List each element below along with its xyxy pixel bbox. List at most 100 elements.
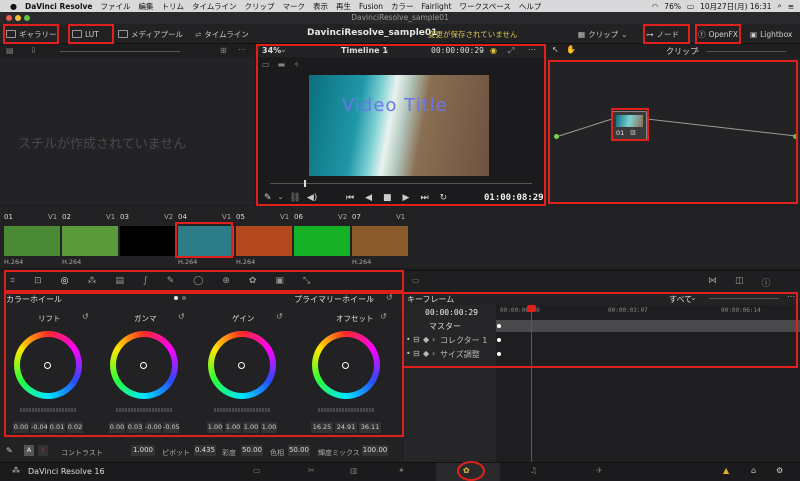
settings-gear-icon[interactable]: ⚙ bbox=[776, 466, 783, 475]
reset-wheel-icon[interactable]: ↺ bbox=[178, 312, 185, 321]
page-fusion-icon[interactable]: ✦ bbox=[398, 466, 405, 475]
timeline-button[interactable]: ⇌ タイムライン bbox=[195, 27, 249, 41]
wheel-value-field[interactable]: 1.00 bbox=[243, 422, 259, 433]
reset-wheel-icon[interactable]: ↺ bbox=[380, 312, 387, 321]
highlight-icon[interactable]: ✧ bbox=[293, 60, 300, 70]
page-cut-icon[interactable]: ✂ bbox=[308, 466, 315, 475]
page-edit-icon[interactable]: ▥ bbox=[350, 466, 358, 475]
master-wheel-slider[interactable] bbox=[214, 408, 270, 412]
record-dot-icon[interactable]: • bbox=[406, 349, 411, 358]
keyframe-track-master[interactable]: マスター bbox=[429, 321, 461, 332]
menu-item-timeline[interactable]: タイムライン bbox=[192, 1, 236, 12]
menu-item-help[interactable]: ヘルプ bbox=[519, 1, 542, 12]
keyframe-row-corrector[interactable]: • ⊟ ◆ › コレクター 1 bbox=[403, 335, 496, 347]
hue-field[interactable]: 50.00 bbox=[288, 445, 310, 456]
viewer-scrubber[interactable] bbox=[270, 180, 532, 187]
keyframe-playhead-head[interactable] bbox=[527, 305, 536, 312]
lock-icon[interactable]: ⊟ bbox=[413, 335, 420, 344]
playhead-marker[interactable] bbox=[304, 180, 306, 187]
clip-thumbnail[interactable] bbox=[294, 226, 350, 256]
sizing-icon[interactable]: ⤡ bbox=[303, 276, 310, 286]
keyframes-icon[interactable]: ⋈ bbox=[708, 276, 717, 289]
split-screen-icon[interactable]: ▭ bbox=[262, 60, 270, 70]
lock-icon[interactable]: ⊟ bbox=[413, 349, 420, 358]
chevron-down-icon[interactable]: ⌄ bbox=[478, 45, 485, 54]
clip-thumbnail[interactable] bbox=[178, 226, 234, 256]
wheel-value-field[interactable]: 0.00 bbox=[13, 422, 29, 433]
wheel-center-handle[interactable] bbox=[140, 362, 147, 369]
wifi-icon[interactable]: ◠ bbox=[652, 2, 659, 11]
stills-grid-icon[interactable]: ▤ bbox=[6, 46, 14, 55]
chevron-down-icon[interactable]: ⌄ bbox=[690, 293, 697, 302]
wheel-value-field[interactable]: -0.05 bbox=[163, 422, 180, 433]
master-wheel-slider[interactable] bbox=[116, 408, 172, 412]
reverse-play-icon[interactable]: ◀ bbox=[365, 193, 372, 203]
wheel-value-field[interactable]: 1.00 bbox=[225, 422, 241, 433]
wheel-value-field[interactable]: 0.00 bbox=[109, 422, 125, 433]
gallery-button[interactable]: ギャラリー bbox=[6, 27, 57, 41]
keyframe-diamond-icon[interactable]: ◆ bbox=[423, 335, 429, 344]
wipe-icon[interactable]: ▬ bbox=[278, 60, 286, 70]
play-icon[interactable]: ▶ bbox=[403, 193, 410, 203]
page-1-button[interactable]: 1 bbox=[38, 445, 48, 456]
blur-icon[interactable]: ✿ bbox=[249, 276, 257, 286]
chevron-right-icon[interactable]: › bbox=[432, 349, 435, 358]
clip-thumbnail[interactable] bbox=[352, 226, 408, 256]
clip-thumbnail[interactable] bbox=[120, 226, 176, 256]
lightbox-button[interactable]: ▣ Lightbox bbox=[750, 27, 792, 41]
gallery-view-icon[interactable]: ⊞ bbox=[220, 46, 227, 55]
reset-wheel-icon[interactable]: ↺ bbox=[82, 312, 89, 321]
menu-item-fairlight[interactable]: Fairlight bbox=[422, 2, 452, 11]
node-button[interactable]: ⊶ ノード bbox=[646, 27, 679, 41]
wheel-center-handle[interactable] bbox=[238, 362, 245, 369]
chevron-down-icon[interactable]: ⌄ bbox=[368, 293, 375, 302]
openfx-button[interactable]: ⓕ OpenFX bbox=[698, 27, 738, 41]
color-wheels-icon[interactable]: ◎ bbox=[61, 276, 69, 286]
luminance-mix-field[interactable]: 100.00 bbox=[362, 445, 388, 456]
wheel-value-field[interactable]: 0.02 bbox=[67, 422, 83, 433]
media-pool-button[interactable]: メディアプール bbox=[118, 27, 183, 41]
wheel-value-field[interactable]: 1.00 bbox=[207, 422, 223, 433]
menu-item-file[interactable]: ファイル bbox=[101, 1, 131, 12]
wheel-value-field[interactable]: -0.04 bbox=[31, 422, 48, 433]
wheel-value-field[interactable]: 0.01 bbox=[49, 422, 65, 433]
chevron-down-icon[interactable]: ⌄ bbox=[278, 193, 284, 203]
wheel-value-field[interactable]: 36.11 bbox=[359, 422, 381, 433]
keyframe-row-sizing[interactable]: • ⊟ ◆ › サイズ調整 bbox=[403, 349, 496, 361]
wheel-center-handle[interactable] bbox=[342, 362, 349, 369]
zoom-window-button[interactable] bbox=[24, 15, 30, 21]
viewer-zoom[interactable]: 34% bbox=[262, 46, 281, 55]
keyframe-point[interactable] bbox=[497, 352, 501, 356]
gallery-zoom-slider[interactable] bbox=[60, 51, 180, 52]
pivot-field[interactable]: 0.435 bbox=[194, 445, 216, 456]
chevron-right-icon[interactable]: › bbox=[432, 335, 435, 344]
menu-item-mark[interactable]: マーク bbox=[283, 1, 306, 12]
clip-thumbnail[interactable] bbox=[4, 226, 60, 256]
rgb-mixer-icon[interactable]: ⁂ bbox=[87, 276, 96, 286]
keyframe-point[interactable] bbox=[497, 338, 501, 342]
menu-item-playback[interactable]: 再生 bbox=[336, 1, 351, 12]
keyframe-diamond-icon[interactable]: ◆ bbox=[423, 349, 429, 358]
viewer-timeline-name[interactable]: Timeline 1 bbox=[341, 46, 388, 55]
clip-thumbnail[interactable] bbox=[236, 226, 292, 256]
curves-icon[interactable]: ∫ bbox=[143, 276, 148, 286]
grab-still-icon[interactable]: ⇩ bbox=[30, 46, 37, 55]
motion-effects-icon[interactable]: ▤ bbox=[115, 276, 124, 286]
link-icon[interactable]: ⛓ bbox=[289, 193, 300, 203]
chevron-down-icon[interactable]: ⌄ bbox=[383, 45, 390, 54]
keyframe-timeline[interactable]: 00:00:00:00 00:00:03:07 00:00:06:14 bbox=[496, 305, 800, 462]
menu-list-icon[interactable]: ≡ bbox=[788, 2, 794, 11]
stereo-icon[interactable]: ▭ bbox=[412, 276, 420, 285]
apple-icon[interactable]: ● bbox=[10, 2, 17, 11]
viewer-timecode-top[interactable]: 00:00:00:29 bbox=[431, 46, 484, 55]
fullscreen-icon[interactable]: ⤢ bbox=[508, 46, 514, 56]
window-icon[interactable]: ◯ bbox=[193, 276, 203, 286]
color-match-icon[interactable]: ⊡ bbox=[34, 276, 42, 286]
menu-item-edit[interactable]: 編集 bbox=[139, 1, 154, 12]
clip-dropdown[interactable]: ▦ クリップ ⌄ bbox=[578, 27, 627, 41]
keyframe-point[interactable] bbox=[497, 324, 501, 328]
menu-item-view[interactable]: 表示 bbox=[313, 1, 328, 12]
contrast-field[interactable]: 1.000 bbox=[131, 445, 155, 456]
keyframe-zoom-slider[interactable] bbox=[709, 298, 779, 299]
qualifier-icon[interactable]: ✎ bbox=[167, 276, 175, 286]
